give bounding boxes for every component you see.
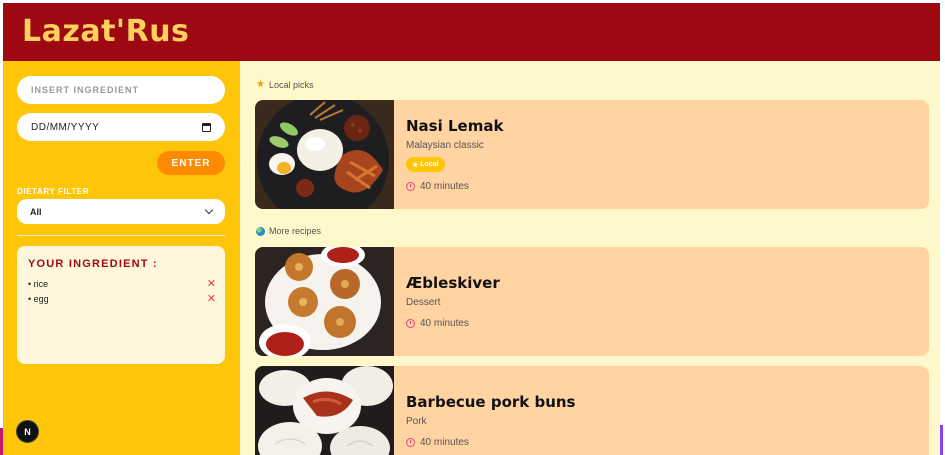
recipe-image-aebleskiver [255,247,394,356]
dietary-filter-value: All [30,206,42,217]
date-input-placeholder: DD/MM/YYYY [31,121,100,133]
ingredient-input[interactable]: INSERT INGREDIENT [17,76,225,104]
recipe-main-panel: ★ Local picks Nasi Lemak Malaysian class… [240,61,940,455]
left-edge-marker [0,428,3,455]
date-input[interactable]: DD/MM/YYYY [17,113,225,141]
dietary-filter-label: DIETARY FILTER [17,187,90,196]
ingredient-item-label: • rice [28,279,49,289]
recipe-subtitle: Malaysian classic [406,140,484,151]
ingredient-item-label: • egg [28,294,49,304]
recipe-title: Æbleskiver [406,274,500,292]
local-picks-label: ★ Local picks [256,79,314,90]
recipe-time: 40 minutes [406,318,469,329]
local-picks-text: Local picks [268,79,314,90]
more-recipes-label: More recipes [256,226,321,236]
recipe-time: 40 minutes [406,181,469,192]
recipe-image-barbecue-pork-buns [255,366,394,455]
remove-ingredient-close-icon[interactable]: ✕ [207,278,216,290]
ingredient-list-panel: YOUR INGREDIENT : • rice ✕ • egg ✕ [17,246,225,364]
ingredient-input-placeholder: INSERT INGREDIENT [31,85,140,95]
recipe-image-nasi-lemak [255,100,394,209]
app-header: Lazat'Rus [3,3,940,61]
remove-ingredient-close-icon[interactable]: ✕ [207,293,216,305]
globe-icon [256,226,265,236]
recipe-time-label: 40 minutes [420,437,469,448]
ingredient-list-heading: YOUR INGREDIENT : [28,258,158,270]
badge-star-icon: ★ [412,161,419,169]
ingredient-item: • egg ✕ [28,292,216,306]
recipe-title: Nasi Lemak [406,117,504,135]
app-title: Lazat'Rus [22,14,190,49]
sidebar: INSERT INGREDIENT DD/MM/YYYY ENTER DIETA… [3,61,240,455]
recipe-title: Barbecue pork buns [406,393,576,411]
local-badge: ★ Local [406,157,445,172]
dev-tools-badge[interactable]: N [16,420,39,443]
more-recipes-text: More recipes [269,226,322,236]
recipe-subtitle: Pork [406,416,427,427]
calendar-icon[interactable] [202,122,211,132]
recipe-card[interactable]: Æbleskiver Dessert 40 minutes [255,247,929,356]
dietary-filter-select[interactable]: All [17,199,225,224]
chevron-down-icon [204,205,214,215]
sidebar-divider [17,235,225,236]
recipe-time-label: 40 minutes [420,181,469,192]
right-edge-marker [940,425,943,455]
recipe-card[interactable]: Nasi Lemak Malaysian classic ★ Local 40 … [255,100,929,209]
clock-icon [406,182,415,191]
recipe-card[interactable]: Barbecue pork buns Pork 40 minutes [255,366,929,455]
app-window: Lazat'Rus INSERT INGREDIENT DD/MM/YYYY E… [3,3,940,455]
recipe-time-label: 40 minutes [420,318,469,329]
ingredient-item: • rice ✕ [28,277,216,291]
local-badge-label: Local [420,161,439,168]
recipe-time: 40 minutes [406,437,469,448]
star-icon: ★ [256,79,265,90]
clock-icon [406,319,415,328]
clock-icon [406,438,415,447]
enter-button[interactable]: ENTER [157,151,225,175]
recipe-subtitle: Dessert [406,297,441,308]
